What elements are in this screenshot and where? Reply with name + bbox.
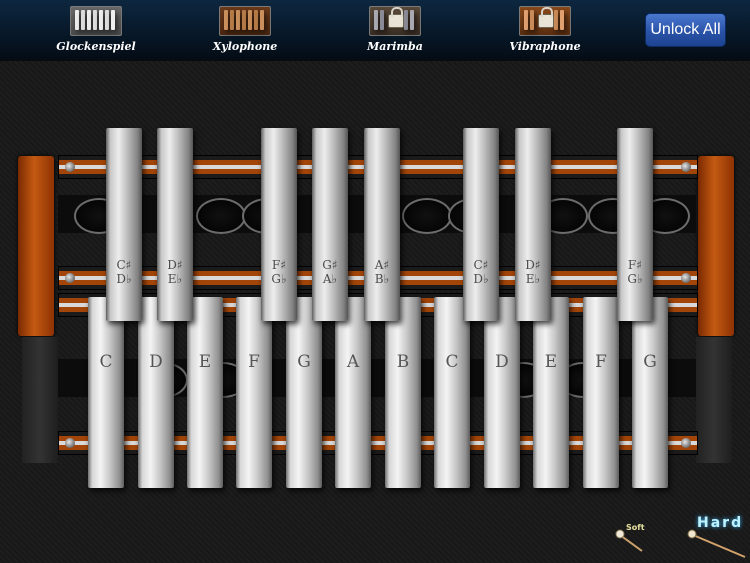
note-label: D♯ E♭ [167, 258, 183, 286]
bar-a-sharp[interactable]: A♯ B♭ [364, 128, 400, 321]
bar-f-sharp-high[interactable]: F♯ G♭ [617, 128, 653, 321]
instrument-glockenspiel-button[interactable]: Glockenspiel [46, 6, 146, 56]
note-label: F [595, 352, 607, 372]
note-label: C [445, 352, 459, 372]
instrument-marimba-button[interactable]: Marimba [345, 6, 445, 56]
bar-c-sharp[interactable]: C♯ D♭ [106, 128, 142, 321]
bar-g-sharp[interactable]: G♯ A♭ [312, 128, 348, 321]
instrument-label: Vibraphone [509, 40, 581, 53]
bar-d-sharp-high[interactable]: D♯ E♭ [515, 128, 551, 321]
note-label: G [643, 352, 657, 372]
note-label: C♯ D♭ [473, 258, 489, 286]
soft-mallet-button[interactable]: Soft [612, 519, 670, 559]
note-label: E [198, 352, 212, 372]
hard-mallet-icon [687, 529, 746, 558]
bar-d-sharp[interactable]: D♯ E♭ [157, 128, 193, 321]
instrument-stage: C D E F G A B C D E F G C♯ D♭ D♯ E♭ F♯ G♭ G… [0, 61, 750, 563]
note-label: C♯ D♭ [116, 258, 132, 286]
lock-icon [388, 7, 404, 28]
bar-c-high[interactable]: C [434, 297, 470, 488]
note-label: E [544, 352, 558, 372]
instrument-label: Marimba [367, 40, 423, 53]
note-label: A♯ B♭ [374, 258, 390, 286]
bar-e[interactable]: E [187, 297, 223, 488]
lock-icon [538, 7, 554, 28]
right-frame-base [696, 337, 732, 463]
bar-d[interactable]: D [138, 297, 174, 488]
bar-c-sharp-high[interactable]: C♯ D♭ [463, 128, 499, 321]
vibraphone-icon [519, 6, 571, 36]
bar-g[interactable]: G [286, 297, 322, 488]
note-label: D [149, 352, 163, 372]
note-label: C [99, 352, 113, 372]
bar-b[interactable]: B [385, 297, 421, 488]
glockenspiel-icon [70, 6, 122, 36]
unlock-all-button[interactable]: Unlock All [645, 13, 726, 47]
instrument-label: Glockenspiel [56, 40, 136, 53]
note-label: G [297, 352, 311, 372]
note-label: B [396, 352, 410, 372]
note-label: F♯ G♭ [271, 258, 287, 286]
note-label: D [495, 352, 509, 372]
note-label: F [248, 352, 260, 372]
soft-mallet-icon [615, 529, 643, 552]
bar-c[interactable]: C [88, 297, 124, 488]
hard-mallet-button[interactable]: Hard [685, 513, 749, 561]
instrument-vibraphone-button[interactable]: Vibraphone [495, 6, 595, 56]
bar-f-high[interactable]: F [583, 297, 619, 488]
marimba-icon [369, 6, 421, 36]
instrument-toolbar: Glockenspiel Xylophone Marimba Vibraphon… [0, 0, 750, 61]
note-label: A [346, 352, 360, 372]
xylophone-icon [219, 6, 271, 36]
bar-e-high[interactable]: E [533, 297, 569, 488]
left-frame-base [22, 337, 58, 463]
bar-f[interactable]: F [236, 297, 272, 488]
right-frame-post [698, 156, 734, 336]
left-frame-post [18, 156, 54, 336]
note-label: D♯ E♭ [525, 258, 541, 286]
note-label: G♯ A♭ [322, 258, 338, 286]
note-label: F♯ G♭ [627, 258, 643, 286]
instrument-label: Xylophone [212, 40, 278, 53]
bar-f-sharp[interactable]: F♯ G♭ [261, 128, 297, 321]
bar-a[interactable]: A [335, 297, 371, 488]
bar-d-high[interactable]: D [484, 297, 520, 488]
bar-g-high[interactable]: G [632, 297, 668, 488]
instrument-xylophone-button[interactable]: Xylophone [195, 6, 295, 56]
